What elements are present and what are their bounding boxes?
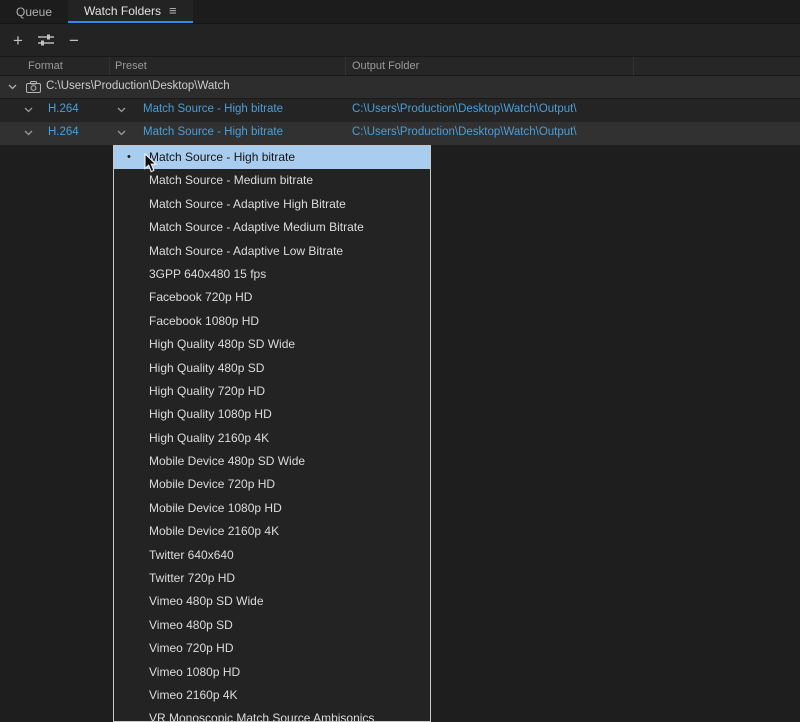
preset-option-selected[interactable]: • Match Source - High bitrate [114, 146, 430, 169]
output-folder-value[interactable]: C:\Users\Production\Desktop\Watch\Output… [352, 126, 577, 138]
preset-option[interactable]: High Quality 2160p 4K [114, 427, 430, 450]
preset-value[interactable]: Match Source - High bitrate [143, 126, 283, 138]
tab-queue[interactable]: Queue [0, 0, 68, 23]
settings-sliders-icon[interactable] [32, 28, 60, 52]
preset-dropdown-chevron-icon[interactable] [117, 107, 126, 113]
preset-dropdown-menu: • Match Source - High bitrate Match Sour… [113, 145, 431, 722]
add-watch-folder-button[interactable]: + [4, 28, 32, 52]
preset-option[interactable]: Twitter 720p HD [114, 567, 430, 590]
output-row[interactable]: H.264 Match Source - High bitrate C:\Use… [0, 99, 800, 122]
disclosure-chevron-icon[interactable] [8, 84, 17, 90]
preset-option[interactable]: Vimeo 720p HD [114, 637, 430, 660]
preset-option[interactable]: Twitter 640x640 [114, 544, 430, 567]
camera-icon [26, 81, 41, 93]
column-header-output-folder: Output Folder [352, 60, 419, 72]
column-divider [109, 57, 110, 77]
preset-option[interactable]: Vimeo 2160p 4K [114, 684, 430, 707]
preset-option[interactable]: Vimeo 1080p HD [114, 661, 430, 684]
format-dropdown-chevron-icon[interactable] [24, 130, 33, 136]
output-row-selected[interactable]: H.264 Match Source - High bitrate C:\Use… [0, 122, 800, 145]
preset-option[interactable]: Mobile Device 1080p HD [114, 497, 430, 520]
preset-option[interactable]: Mobile Device 720p HD [114, 473, 430, 496]
preset-option[interactable]: 3GPP 640x480 15 fps [114, 263, 430, 286]
preset-option[interactable]: Mobile Device 480p SD Wide [114, 450, 430, 473]
column-divider [345, 57, 346, 77]
preset-option[interactable]: VR Monoscopic Match Source Ambisonics [114, 707, 430, 722]
preset-option[interactable]: Vimeo 480p SD Wide [114, 590, 430, 613]
preset-option-label: Match Source - High bitrate [149, 150, 295, 164]
column-divider [633, 57, 634, 77]
preset-option[interactable]: Match Source - Adaptive Low Bitrate [114, 240, 430, 263]
mouse-cursor [144, 153, 158, 173]
format-value[interactable]: H.264 [48, 103, 79, 115]
format-dropdown-chevron-icon[interactable] [24, 107, 33, 113]
tab-watch-folders[interactable]: Watch Folders ≡ [68, 0, 193, 23]
watch-folder-path: C:\Users\Production\Desktop\Watch [46, 80, 230, 92]
preset-option[interactable]: Mobile Device 2160p 4K [114, 520, 430, 543]
preset-option[interactable]: High Quality 480p SD Wide [114, 333, 430, 356]
column-header-row: Format Preset Output Folder [0, 56, 800, 76]
column-header-format: Format [28, 60, 63, 72]
preset-option[interactable]: Facebook 720p HD [114, 286, 430, 309]
preset-option[interactable]: High Quality 480p SD [114, 357, 430, 380]
preset-dropdown-chevron-icon[interactable] [117, 130, 126, 136]
output-folder-value[interactable]: C:\Users\Production\Desktop\Watch\Output… [352, 103, 577, 115]
preset-option[interactable]: High Quality 1080p HD [114, 403, 430, 426]
preset-option[interactable]: Facebook 1080p HD [114, 310, 430, 333]
sliders-icon [37, 33, 55, 47]
watch-folder-row[interactable]: C:\Users\Production\Desktop\Watch [0, 76, 800, 99]
tab-watch-folders-label: Watch Folders [84, 4, 161, 18]
preset-option[interactable]: Match Source - Adaptive Medium Bitrate [114, 216, 430, 239]
preset-value[interactable]: Match Source - High bitrate [143, 103, 283, 115]
panel-menu-icon[interactable]: ≡ [169, 4, 177, 17]
column-header-preset: Preset [115, 60, 147, 72]
remove-watch-folder-button[interactable]: − [60, 28, 88, 52]
preset-option[interactable]: High Quality 720p HD [114, 380, 430, 403]
format-value[interactable]: H.264 [48, 126, 79, 138]
preset-option[interactable]: Match Source - Adaptive High Bitrate [114, 193, 430, 216]
watch-folders-toolbar: + − [0, 24, 800, 56]
preset-option[interactable]: Match Source - Medium bitrate [114, 169, 430, 192]
selected-bullet-icon: • [127, 146, 131, 169]
panel-tab-bar: Queue Watch Folders ≡ [0, 0, 800, 24]
preset-option[interactable]: Vimeo 480p SD [114, 614, 430, 637]
